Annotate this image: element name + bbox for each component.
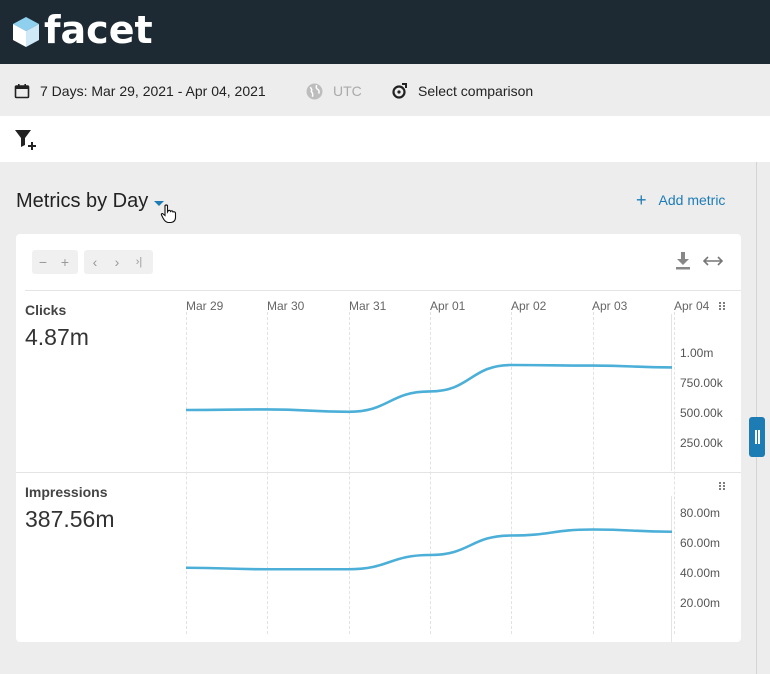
add-filter-icon[interactable] [14, 128, 38, 152]
zoom-in-button[interactable]: + [54, 250, 76, 274]
y-tick-label: 80.00m [680, 506, 721, 520]
zoom-out-button[interactable]: − [32, 250, 54, 274]
series-line [186, 528, 672, 571]
y-tick-label: 750.00k [680, 376, 723, 390]
clicks-line-chart [186, 363, 672, 414]
y-tick-label: 500.00k [680, 406, 723, 420]
drag-handle-icon[interactable] [718, 481, 726, 491]
metric-total: 387.56m [25, 506, 115, 532]
expand-horizontal-icon[interactable] [703, 256, 723, 266]
row-divider [16, 472, 741, 473]
select-comparison-button[interactable]: Select comparison [390, 81, 533, 101]
hand-cursor-icon [160, 204, 177, 224]
y-tick-label: 20.00m [680, 596, 721, 610]
facet-logo-icon[interactable] [12, 16, 40, 48]
date-label: Mar 31 [349, 299, 387, 313]
metrics-card: − + ‹ › ›| Mar 29 Mar 30 Mar 31 Apr 01 A… [16, 234, 741, 642]
zoom-controls: − + [32, 250, 78, 274]
date-gridline [673, 312, 675, 634]
metric-name: Clicks [25, 302, 67, 318]
metric-name: Impressions [25, 484, 108, 500]
calendar-icon [14, 84, 30, 99]
globe-icon [306, 83, 323, 99]
series-line [186, 363, 672, 414]
pan-controls: ‹ › ›| [84, 250, 153, 274]
next-button[interactable]: › [106, 250, 128, 274]
date-range-label: 7 Days: Mar 29, 2021 - Apr 04, 2021 [40, 83, 266, 99]
panel-resize-handle[interactable] [749, 417, 765, 457]
date-label: Apr 01 [430, 299, 466, 313]
last-button[interactable]: ›| [128, 250, 150, 274]
previous-button[interactable]: ‹ [84, 250, 106, 274]
metric-total: 4.87m [25, 324, 89, 350]
date-label: Apr 04 [674, 299, 710, 313]
date-label: Mar 30 [267, 299, 305, 313]
date-axis: Mar 29 Mar 30 Mar 31 Apr 01 Apr 02 Apr 0… [186, 290, 741, 313]
metrics-by-day-dropdown[interactable]: Metrics by Day [16, 190, 165, 213]
add-metric-button[interactable]: + Add metric [636, 191, 725, 209]
y-tick-label: 40.00m [680, 566, 721, 580]
timezone-button[interactable]: UTC [306, 81, 362, 101]
date-label: Mar 29 [186, 299, 224, 313]
section-title: Metrics by Day [16, 190, 149, 212]
toolbar: 7 Days: Mar 29, 2021 - Apr 04, 2021 UTC … [0, 64, 770, 116]
plus-icon: + [636, 190, 647, 210]
y-tick-label: 1.00m [680, 346, 714, 360]
date-label: Apr 03 [592, 299, 628, 313]
filter-bar [0, 116, 770, 162]
y-tick-label: 60.00m [680, 536, 721, 550]
brand-name[interactable]: facet [44, 8, 153, 52]
top-bar: facet [0, 0, 770, 64]
download-icon[interactable] [676, 252, 690, 270]
date-label: Apr 02 [511, 299, 547, 313]
drag-handle-icon[interactable] [718, 301, 726, 311]
comparison-label: Select comparison [418, 83, 534, 99]
impressions-line-chart [186, 528, 672, 571]
date-range-button[interactable]: 7 Days: Mar 29, 2021 - Apr 04, 2021 [14, 81, 266, 101]
timezone-label: UTC [333, 83, 362, 99]
header-rule [25, 290, 733, 291]
add-metric-label: Add metric [658, 192, 726, 208]
comparison-icon [392, 83, 407, 99]
y-tick-label: 250.00k [680, 436, 723, 450]
